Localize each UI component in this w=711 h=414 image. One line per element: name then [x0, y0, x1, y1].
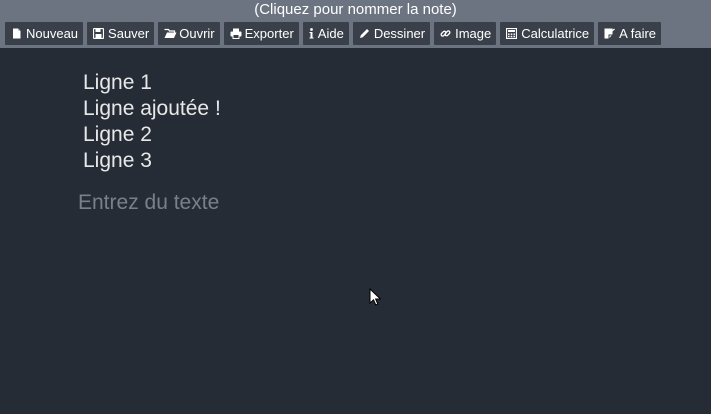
file-icon [11, 28, 22, 39]
new-button[interactable]: Nouveau [5, 22, 84, 45]
note-line[interactable]: Ligne 3 [83, 148, 221, 174]
mouse-cursor-icon [369, 287, 382, 313]
calculator-button[interactable]: Calculatrice [500, 22, 595, 45]
checklist-icon [604, 28, 616, 39]
draw-button[interactable]: Dessiner [352, 22, 431, 45]
print-icon [230, 28, 242, 39]
todo-button[interactable]: A faire [598, 22, 662, 45]
save-button-label: Sauver [108, 26, 150, 41]
image-button[interactable]: Image [434, 22, 497, 45]
text-input[interactable] [78, 188, 578, 218]
info-icon [309, 28, 314, 39]
todo-button-label: A faire [619, 26, 657, 41]
export-button-label: Exporter [244, 26, 294, 41]
new-button-label: Nouveau [26, 26, 79, 41]
link-icon [440, 28, 451, 39]
note-line[interactable]: Ligne 1 [83, 70, 221, 96]
help-button[interactable]: Aide [302, 22, 349, 45]
toolbar: Nouveau Sauver Ouvrir Exporter Aide Dess… [5, 22, 662, 45]
note-title[interactable]: (Cliquez pour nommer la note) [0, 1, 711, 19]
calculator-button-label: Calculatrice [521, 26, 590, 41]
save-icon [93, 28, 105, 39]
draw-button-label: Dessiner [373, 26, 426, 41]
export-button[interactable]: Exporter [223, 22, 299, 45]
help-button-label: Aide [317, 26, 344, 41]
note-line[interactable]: Ligne ajoutée ! [83, 96, 221, 122]
image-button-label: Image [455, 26, 492, 41]
save-button[interactable]: Sauver [87, 22, 155, 45]
note-line[interactable]: Ligne 2 [83, 122, 221, 148]
open-button[interactable]: Ouvrir [158, 22, 220, 45]
calculator-icon [506, 28, 518, 39]
pencil-icon [359, 28, 370, 39]
open-button-label: Ouvrir [179, 26, 215, 41]
note-content[interactable]: Ligne 1 Ligne ajoutée ! Ligne 2 Ligne 3 [83, 70, 221, 174]
folder-open-icon [164, 28, 177, 39]
top-bar: (Cliquez pour nommer la note) Nouveau Sa… [0, 0, 711, 48]
text-entry[interactable] [78, 188, 578, 218]
